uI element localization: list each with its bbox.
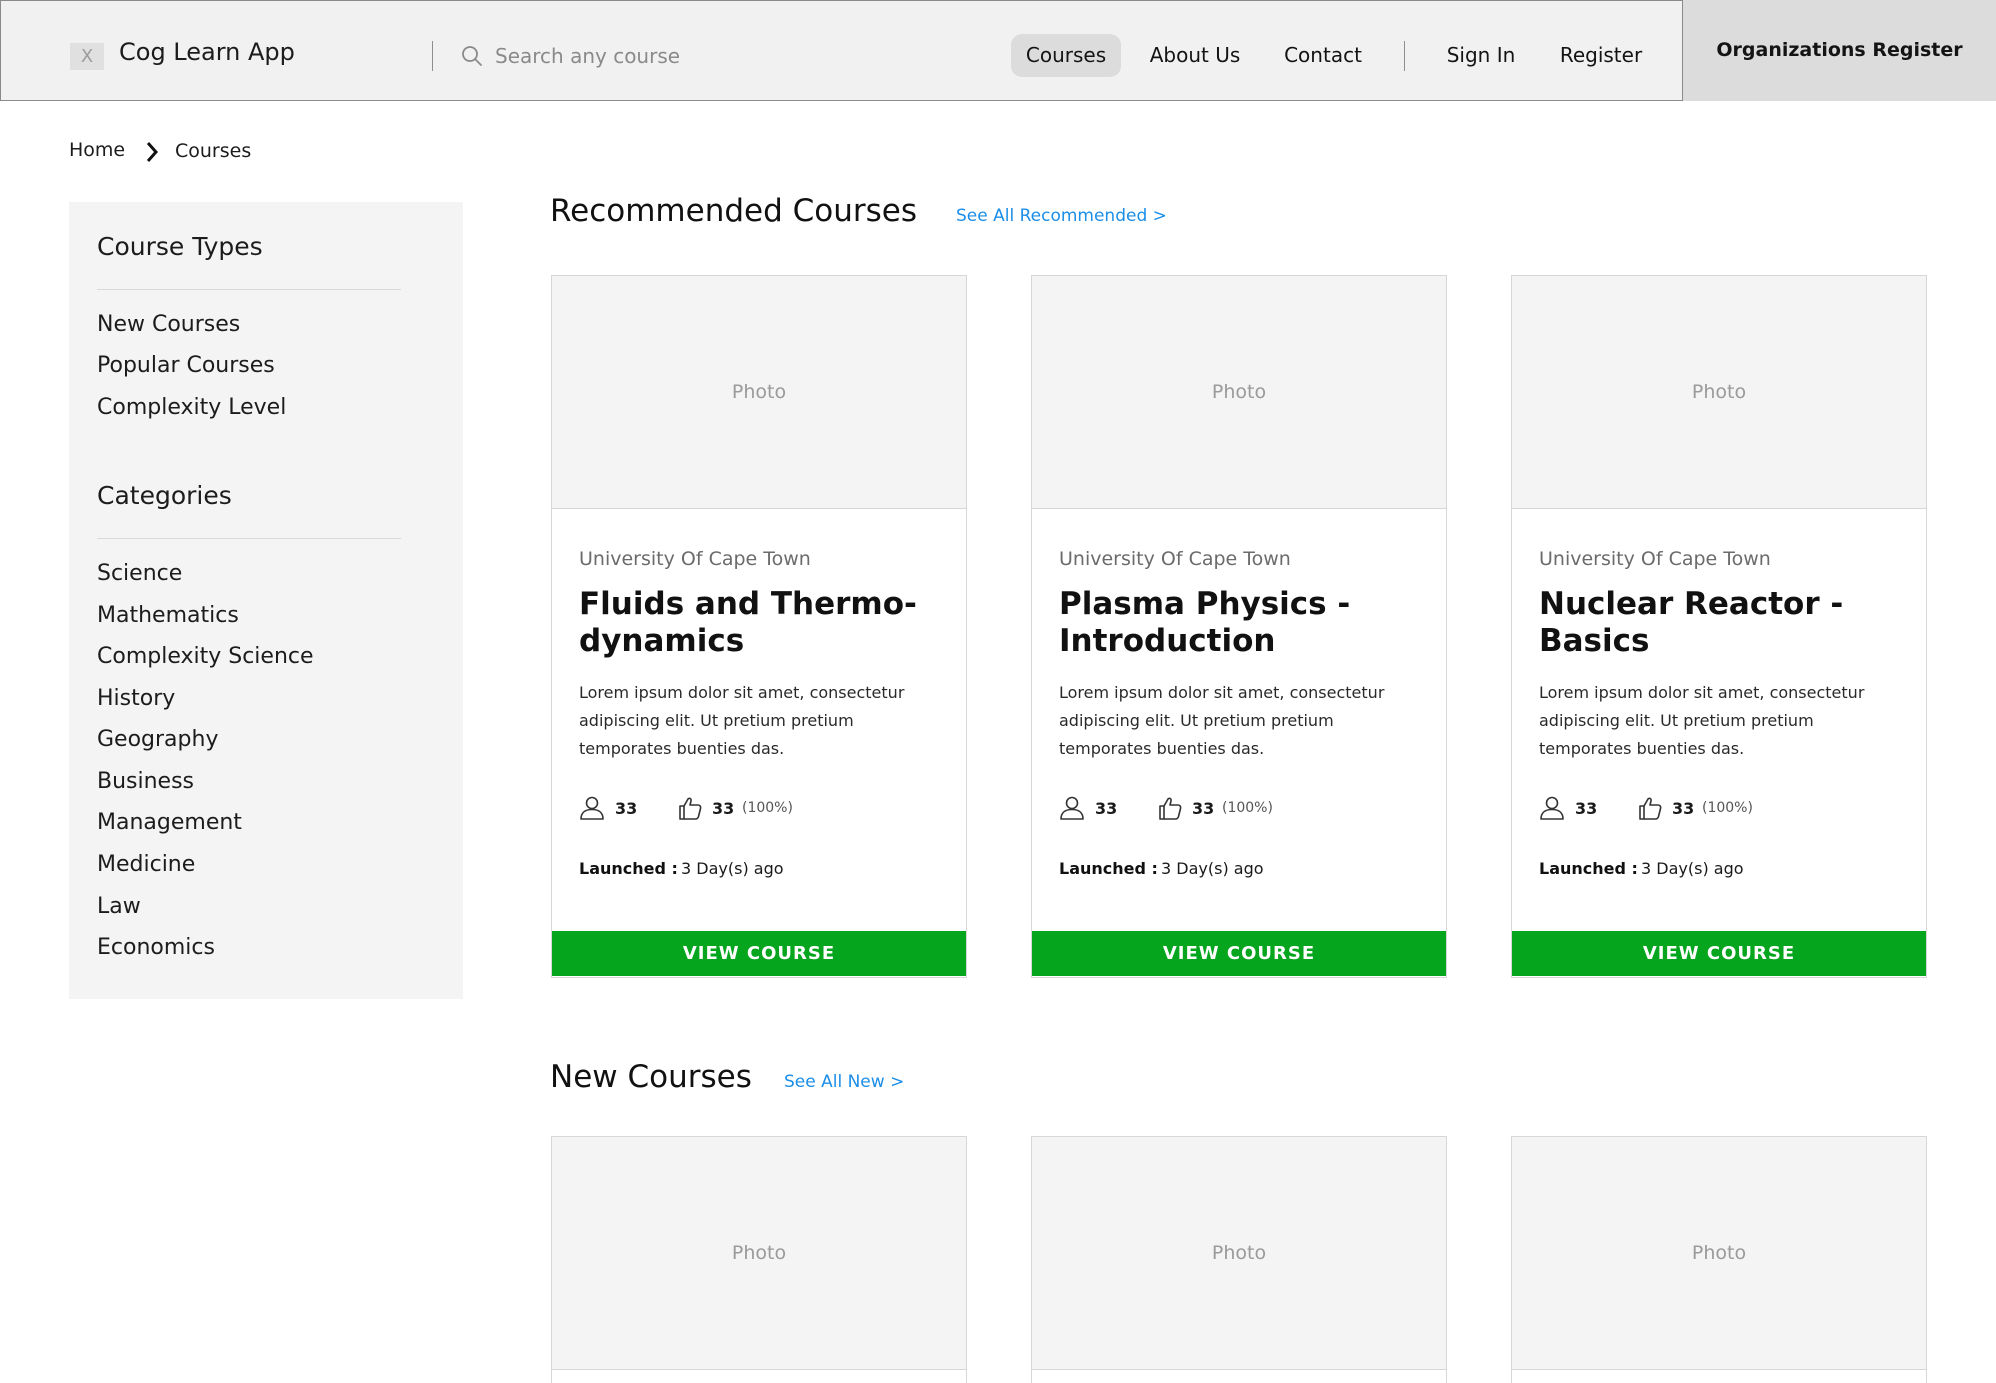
thumbs-up-icon — [679, 797, 702, 820]
breadcrumb-current: Courses — [175, 140, 252, 162]
photo-placeholder-label: Photo — [1691, 1242, 1747, 1264]
user-icon — [1060, 796, 1084, 820]
course-description: Lorem ipsum dolor sit amet, consectetur … — [1059, 683, 1385, 758]
logo-icon[interactable]: X — [70, 43, 104, 70]
likes-count: 33 — [1192, 799, 1215, 818]
launched-value: 3 Day(s) ago — [1161, 859, 1264, 878]
organizations-register-button[interactable]: Organizations Register — [1683, 0, 1996, 101]
launched-value: 3 Day(s) ago — [681, 859, 784, 878]
course-photo[interactable]: Photo — [1512, 1137, 1926, 1370]
search-input[interactable] — [495, 39, 915, 73]
photo-placeholder-label: Photo — [1211, 381, 1267, 403]
categories-heading: Categories — [97, 481, 232, 510]
sidebar-item-management[interactable]: Management — [97, 810, 242, 835]
sidebar-item-business[interactable]: Business — [97, 769, 194, 794]
course-card: Photo University Of Cape Town Fluids and… — [551, 275, 967, 978]
nav-courses[interactable]: Courses — [1011, 34, 1121, 77]
sidebar-item-popular-courses[interactable]: Popular Courses — [97, 353, 275, 378]
course-photo[interactable]: Photo — [552, 276, 966, 509]
course-description: Lorem ipsum dolor sit amet, consectetur … — [579, 683, 905, 758]
thumbs-up-icon — [1639, 797, 1662, 820]
sidebar-item-history[interactable]: History — [97, 686, 175, 711]
sidebar-item-complexity-science[interactable]: Complexity Science — [97, 644, 314, 669]
course-photo[interactable]: Photo — [1032, 276, 1446, 509]
filter-sidebar: Course Types New Courses Popular Courses… — [69, 202, 463, 999]
sidebar-item-complexity-level[interactable]: Complexity Level — [97, 395, 286, 420]
view-course-button[interactable]: VIEW COURSE — [1032, 931, 1446, 976]
sidebar-item-mathematics[interactable]: Mathematics — [97, 603, 239, 628]
learners-count: 33 — [1575, 799, 1598, 818]
sidebar-item-law[interactable]: Law — [97, 894, 141, 919]
photo-placeholder-label: Photo — [731, 381, 787, 403]
header-divider — [1404, 41, 1405, 71]
top-header: X Cog Learn App Courses About Us Contact… — [0, 0, 1996, 101]
see-all-recommended-link[interactable]: See All Recommended > — [956, 206, 1167, 226]
course-description: Lorem ipsum dolor sit amet, consectetur … — [1539, 683, 1865, 758]
course-provider: University Of Cape Town — [1539, 548, 1771, 570]
header-divider — [432, 41, 433, 71]
likes-count: 33 — [712, 799, 735, 818]
nav-contact[interactable]: Contact — [1271, 34, 1375, 77]
recommended-courses-heading: Recommended Courses — [550, 193, 918, 229]
thumbs-up-icon — [1159, 797, 1182, 820]
course-photo[interactable]: Photo — [1032, 1137, 1446, 1370]
sidebar-item-geography[interactable]: Geography — [97, 727, 218, 752]
view-course-button[interactable]: VIEW COURSE — [552, 931, 966, 976]
sidebar-item-economics[interactable]: Economics — [97, 935, 215, 960]
photo-placeholder-label: Photo — [1211, 1242, 1267, 1264]
new-courses-heading: New Courses — [550, 1059, 752, 1095]
launched-label: Launched : — [579, 859, 678, 878]
header-bar: X Cog Learn App Courses About Us Contact… — [0, 0, 1683, 101]
learners-count: 33 — [1095, 799, 1118, 818]
user-icon — [1540, 796, 1564, 820]
course-card: Photo — [1031, 1136, 1447, 1383]
launched-value: 3 Day(s) ago — [1641, 859, 1744, 878]
course-card: Photo University Of Cape Town Plasma Phy… — [1031, 275, 1447, 978]
course-title[interactable]: Fluids and Thermo-dynamics — [579, 586, 949, 660]
likes-count: 33 — [1672, 799, 1695, 818]
see-all-new-link[interactable]: See All New > — [784, 1072, 904, 1092]
course-types-heading: Course Types — [97, 232, 263, 261]
course-title[interactable]: Nuclear Reactor - Basics — [1539, 586, 1909, 660]
nav-about-us[interactable]: About Us — [1137, 34, 1253, 77]
course-card: Photo — [1511, 1136, 1927, 1383]
launched-label: Launched : — [1539, 859, 1638, 878]
photo-placeholder-label: Photo — [1691, 381, 1747, 403]
learners-count: 33 — [615, 799, 638, 818]
course-photo[interactable]: Photo — [552, 1137, 966, 1370]
course-provider: University Of Cape Town — [1059, 548, 1291, 570]
likes-percent: (100%) — [1222, 800, 1273, 816]
likes-percent: (100%) — [1702, 800, 1753, 816]
launched-label: Launched : — [1059, 859, 1158, 878]
breadcrumb-home[interactable]: Home — [69, 139, 125, 161]
likes-percent: (100%) — [742, 800, 793, 816]
app-title[interactable]: Cog Learn App — [119, 38, 295, 66]
chevron-right-icon — [146, 142, 159, 162]
register-link[interactable]: Register — [1549, 34, 1653, 77]
search-icon — [462, 46, 482, 66]
sign-in-link[interactable]: Sign In — [1435, 34, 1527, 77]
divider — [97, 538, 401, 539]
course-provider: University Of Cape Town — [579, 548, 811, 570]
view-course-button[interactable]: VIEW COURSE — [1512, 931, 1926, 976]
user-icon — [580, 796, 604, 820]
course-photo[interactable]: Photo — [1512, 276, 1926, 509]
sidebar-item-new-courses[interactable]: New Courses — [97, 312, 240, 337]
sidebar-item-science[interactable]: Science — [97, 561, 182, 586]
course-card: Photo — [551, 1136, 967, 1383]
divider — [97, 289, 401, 290]
photo-placeholder-label: Photo — [731, 1242, 787, 1264]
sidebar-item-medicine[interactable]: Medicine — [97, 852, 195, 877]
course-card: Photo University Of Cape Town Nuclear Re… — [1511, 275, 1927, 978]
course-title[interactable]: Plasma Physics - Introduction — [1059, 586, 1429, 660]
